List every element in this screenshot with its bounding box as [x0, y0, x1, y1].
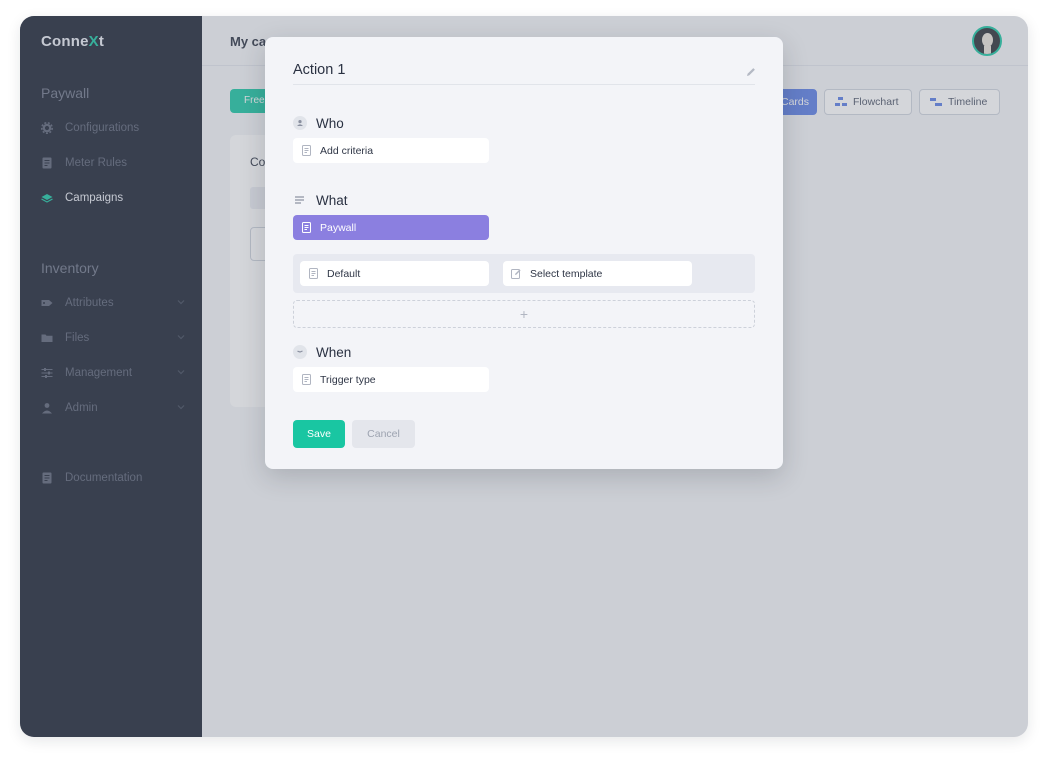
edit-icon	[511, 268, 522, 279]
trigger-type-label: Trigger type	[320, 373, 376, 386]
select-template-label: Select template	[530, 267, 603, 280]
action-modal: Action 1 Who Add criteria What Paywall D…	[265, 37, 783, 469]
cancel-button[interactable]: Cancel	[352, 420, 415, 448]
add-item-button[interactable]: +	[293, 300, 755, 328]
template-row: Default Select template	[293, 254, 755, 293]
app-window: ConneXt Paywall Configurations Meter Rul…	[20, 16, 1028, 737]
paywall-label: Paywall	[320, 221, 357, 234]
when-section-header: When	[293, 343, 351, 361]
document-icon	[301, 222, 312, 233]
what-section-header: What	[293, 191, 348, 209]
default-field[interactable]: Default	[300, 261, 489, 286]
default-label: Default	[327, 267, 361, 280]
who-section-header: Who	[293, 114, 344, 132]
document-icon	[301, 145, 312, 156]
add-criteria-field[interactable]: Add criteria	[293, 138, 489, 163]
modal-title: Action 1	[293, 62, 346, 78]
paywall-selected-field[interactable]: Paywall	[293, 215, 489, 240]
lines-icon	[293, 193, 307, 207]
when-label: When	[316, 344, 352, 360]
add-criteria-label: Add criteria	[320, 144, 374, 157]
save-button[interactable]: Save	[293, 420, 345, 448]
document-icon	[301, 374, 312, 385]
clock-icon	[293, 345, 307, 359]
what-label: What	[316, 192, 348, 208]
document-icon	[308, 268, 319, 279]
who-label: Who	[316, 115, 344, 131]
trigger-type-field[interactable]: Trigger type	[293, 367, 489, 392]
title-divider	[293, 84, 755, 85]
select-template-field[interactable]: Select template	[503, 261, 692, 286]
user-icon	[293, 116, 307, 130]
pencil-icon[interactable]	[745, 65, 757, 77]
